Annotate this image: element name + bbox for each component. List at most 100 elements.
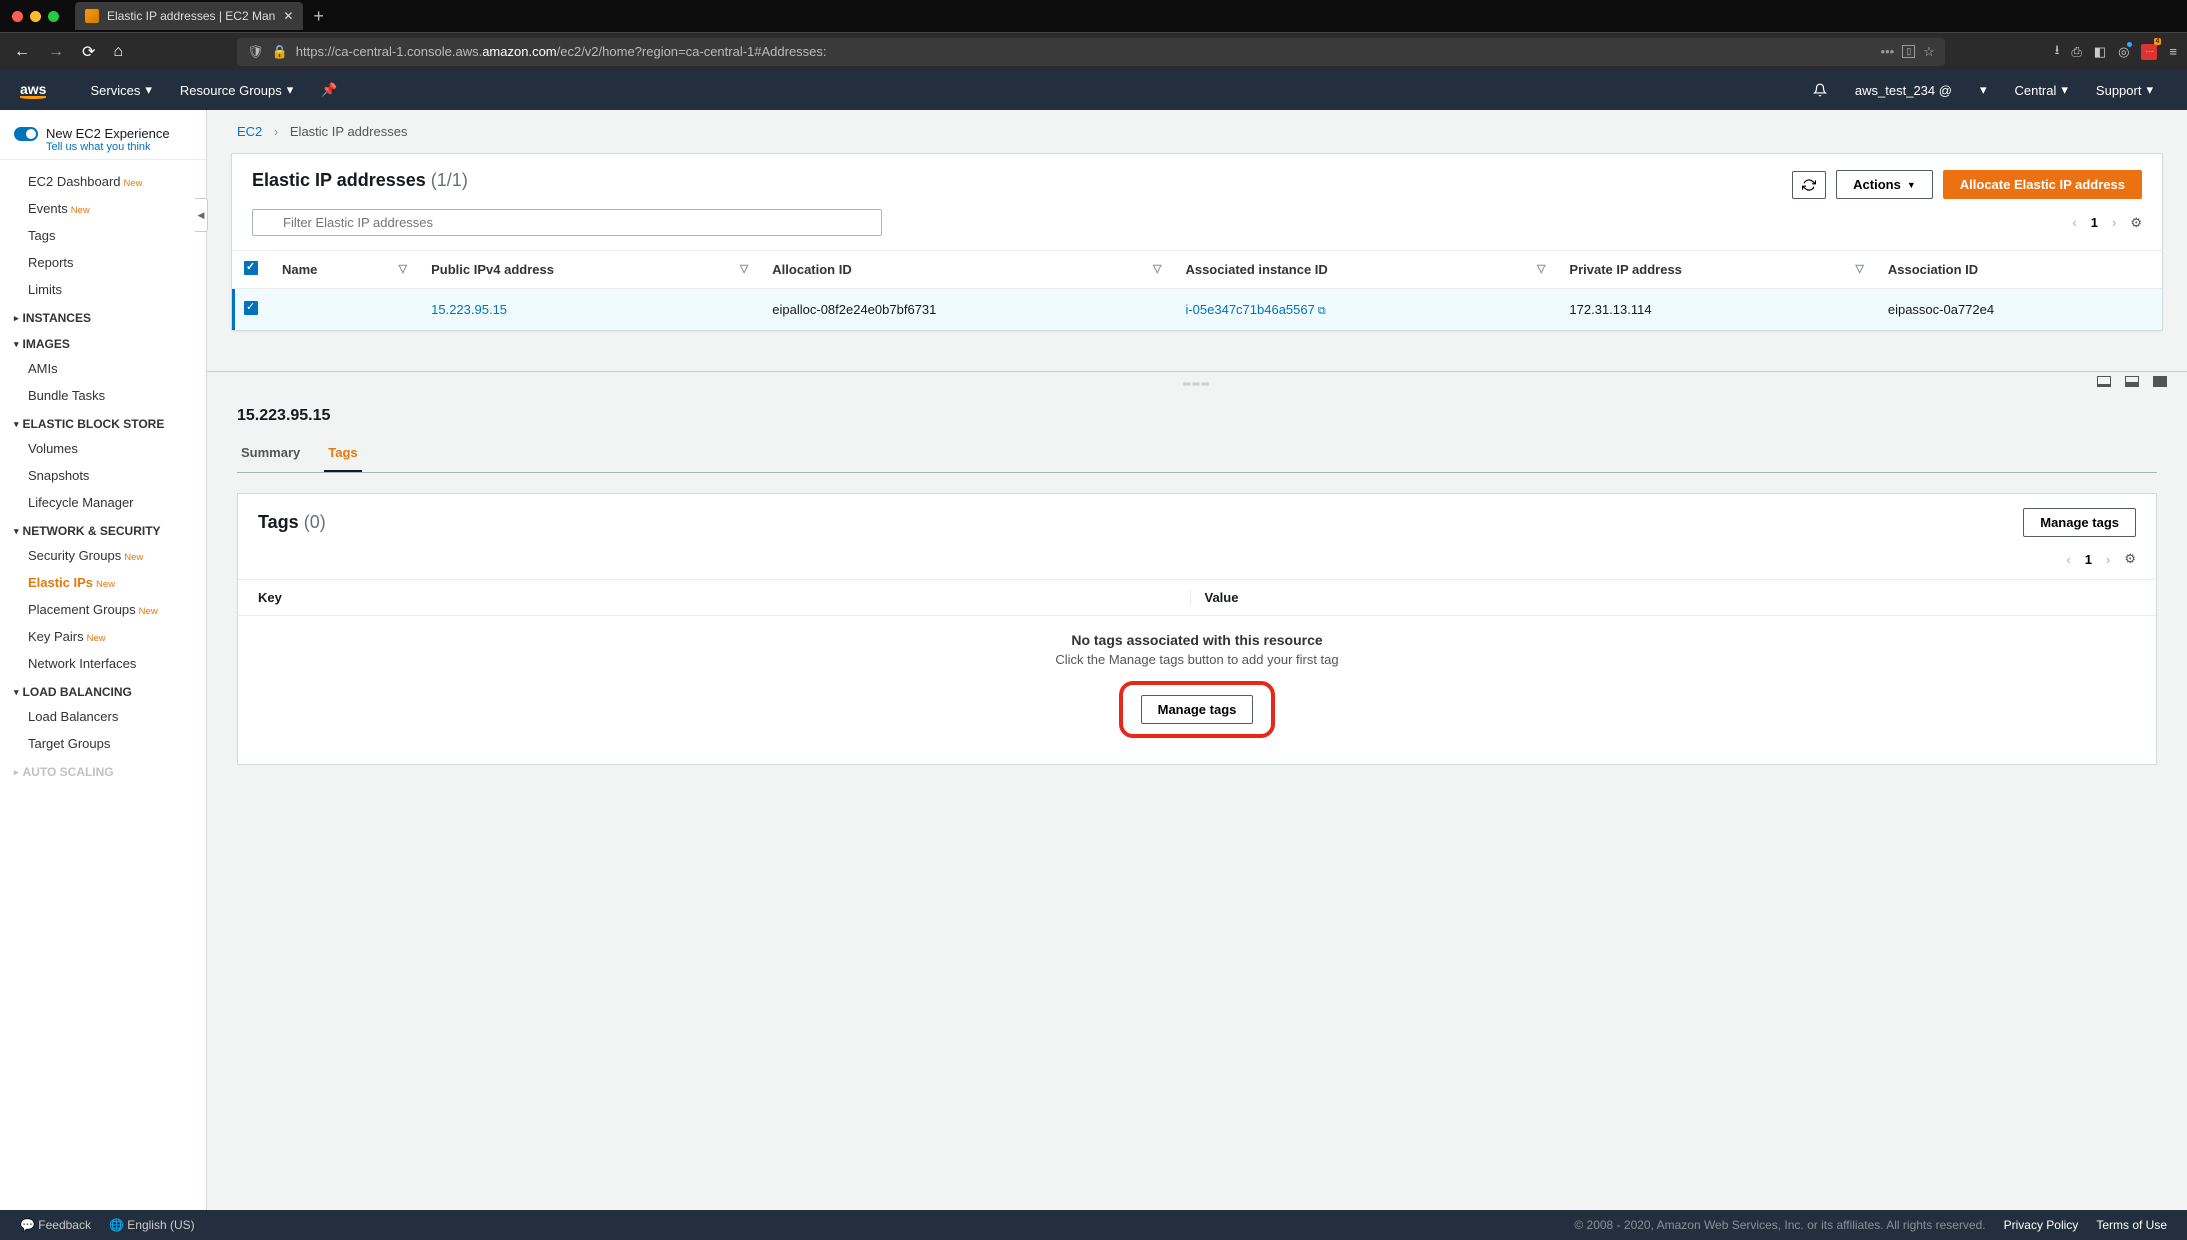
new-experience-toggle[interactable] [14, 127, 38, 141]
page-next[interactable]: › [2112, 215, 2116, 230]
browser-tab[interactable]: Elastic IP addresses | EC2 Man ✕ [75, 2, 303, 30]
sidebar-item-amis[interactable]: AMIs [0, 355, 206, 382]
privacy-link[interactable]: Privacy Policy [2004, 1218, 2079, 1232]
sidebar-item-limits[interactable]: Limits [0, 276, 206, 303]
new-experience-label: New EC2 Experience [46, 126, 170, 141]
tags-title: Tags (0) [258, 512, 326, 533]
sidebar-item-load-balancers[interactable]: Load Balancers [0, 703, 206, 730]
sidebar-item-key-pairs[interactable]: Key PairsNew [0, 623, 206, 650]
tags-settings-icon[interactable]: ⚙ [2124, 551, 2136, 567]
account-dropdown[interactable]: ▾ [1966, 82, 2001, 98]
section-ebs[interactable]: ELASTIC BLOCK STORE [0, 409, 206, 435]
nav-back-button[interactable]: ← [10, 39, 34, 65]
cell-instance-link[interactable]: i-05e347c71b46a5567 [1185, 302, 1314, 317]
sidebar-item-dashboard[interactable]: EC2 DashboardNew [0, 168, 206, 195]
sidebar-collapse-handle[interactable]: ◀ [195, 198, 208, 232]
region-menu[interactable]: Central ▾ [2000, 82, 2081, 98]
breadcrumb-current: Elastic IP addresses [290, 124, 408, 139]
language-selector[interactable]: 🌐 English (US) [109, 1218, 195, 1232]
feedback-link[interactable]: Tell us what you think [46, 141, 192, 153]
pane-view-bottom[interactable] [2097, 376, 2111, 387]
window-minimize[interactable] [30, 11, 41, 22]
pane-resize-handle[interactable]: ═══ [207, 371, 2187, 391]
tab-tags[interactable]: Tags [324, 435, 361, 472]
nav-reload-button[interactable]: ⟳ [78, 38, 99, 66]
notifications-icon[interactable] [1799, 83, 1841, 97]
extension-badge[interactable]: ⋯4 [2141, 44, 2157, 60]
tags-page-next[interactable]: › [2106, 552, 2110, 567]
tab-close-icon[interactable]: ✕ [283, 9, 293, 23]
filter-input[interactable] [252, 209, 882, 236]
col-public-ip[interactable]: Public IPv4 address▽ [419, 251, 760, 289]
refresh-button[interactable] [1792, 171, 1826, 199]
section-load-balancing[interactable]: LOAD BALANCING [0, 677, 206, 703]
window-close[interactable] [12, 11, 23, 22]
col-priv-ip[interactable]: Private IP address▽ [1557, 251, 1875, 289]
table-row[interactable]: 15.223.95.15 eipalloc-08f2e24e0b7bf6731 … [232, 289, 2162, 331]
nav-forward-button[interactable]: → [44, 39, 68, 65]
bookmark-icon[interactable]: ☆ [1923, 44, 1935, 60]
settings-icon[interactable]: ⚙ [2130, 215, 2142, 231]
download-icon[interactable]: ⭳ [2055, 41, 2060, 63]
col-alloc-id[interactable]: Allocation ID▽ [760, 251, 1173, 289]
sidebar-item-reports[interactable]: Reports [0, 249, 206, 276]
terms-link[interactable]: Terms of Use [2096, 1218, 2167, 1232]
account-icon[interactable]: ◎ [2118, 44, 2129, 60]
row-checkbox[interactable] [244, 301, 258, 315]
manage-tags-button-main[interactable]: Manage tags [1141, 695, 1254, 724]
pin-icon[interactable]: 📌 [307, 82, 351, 98]
menu-icon[interactable]: ≡ [2169, 44, 2177, 59]
pane-view-full[interactable] [2153, 376, 2167, 387]
reader-icon[interactable]: ▯ [1902, 45, 1915, 58]
breadcrumb-ec2[interactable]: EC2 [237, 124, 262, 139]
section-instances[interactable]: INSTANCES [0, 303, 206, 329]
aws-favicon-icon [85, 9, 99, 23]
feedback-link[interactable]: 💬 Feedback [20, 1218, 91, 1232]
actions-button[interactable]: Actions ▼ [1836, 170, 1933, 199]
manage-tags-button-top[interactable]: Manage tags [2023, 508, 2136, 537]
new-tab-button[interactable]: + [303, 6, 334, 27]
cell-priv-ip: 172.31.13.114 [1557, 289, 1875, 331]
col-assoc-id[interactable]: Association ID [1876, 251, 2162, 289]
window-maximize[interactable] [48, 11, 59, 22]
external-link-icon: ⧉ [1318, 305, 1326, 317]
sidebar-icon[interactable]: ◧ [2094, 44, 2106, 60]
sidebar-item-volumes[interactable]: Volumes [0, 435, 206, 462]
col-name[interactable]: Name▽ [270, 251, 419, 289]
account-menu[interactable]: aws_test_234 @ [1841, 83, 1966, 98]
sidebar-item-security-groups[interactable]: Security GroupsNew [0, 542, 206, 569]
cell-public-ip[interactable]: 15.223.95.15 [431, 302, 507, 317]
tags-card: Tags (0) Manage tags ‹ 1 › ⚙ Key Value [237, 493, 2157, 765]
tags-col-key: Key [258, 590, 1190, 605]
url-bar[interactable]: 🛡 🔒 https://ca-central-1.console.aws.ama… [237, 38, 1945, 66]
sidebar-item-elastic-ips[interactable]: Elastic IPsNew [0, 569, 206, 596]
sidebar-item-events[interactable]: EventsNew [0, 195, 206, 222]
select-all-checkbox[interactable] [244, 261, 258, 275]
library-icon[interactable]: ⎙ [2071, 44, 2081, 60]
lock-icon: 🔒 [272, 44, 288, 60]
pane-view-half[interactable] [2125, 376, 2139, 387]
page-prev[interactable]: ‹ [2072, 215, 2076, 230]
col-assoc-inst[interactable]: Associated instance ID▽ [1173, 251, 1557, 289]
tags-page-prev[interactable]: ‹ [2066, 552, 2070, 567]
section-auto-scaling[interactable]: AUTO SCALING [0, 757, 206, 783]
aws-logo[interactable]: aws [20, 81, 46, 99]
sidebar-item-placement-groups[interactable]: Placement GroupsNew [0, 596, 206, 623]
cell-name [270, 289, 419, 331]
support-menu[interactable]: Support ▾ [2082, 82, 2167, 98]
nav-home-button[interactable]: ⌂ [109, 39, 127, 65]
detail-title: 15.223.95.15 [237, 407, 2157, 425]
sidebar-item-tags[interactable]: Tags [0, 222, 206, 249]
resource-groups-menu[interactable]: Resource Groups ▾ [166, 82, 307, 98]
sidebar-item-network-interfaces[interactable]: Network Interfaces [0, 650, 206, 677]
tab-summary[interactable]: Summary [237, 435, 304, 472]
section-images[interactable]: IMAGES [0, 329, 206, 355]
sidebar-item-lifecycle[interactable]: Lifecycle Manager [0, 489, 206, 516]
allocate-eip-button[interactable]: Allocate Elastic IP address [1943, 170, 2142, 199]
sidebar-item-bundle-tasks[interactable]: Bundle Tasks [0, 382, 206, 409]
ec2-sidebar: New EC2 Experience Tell us what you thin… [0, 110, 207, 1220]
sidebar-item-snapshots[interactable]: Snapshots [0, 462, 206, 489]
section-network[interactable]: NETWORK & SECURITY [0, 516, 206, 542]
services-menu[interactable]: Services ▾ [76, 82, 165, 98]
sidebar-item-target-groups[interactable]: Target Groups [0, 730, 206, 757]
